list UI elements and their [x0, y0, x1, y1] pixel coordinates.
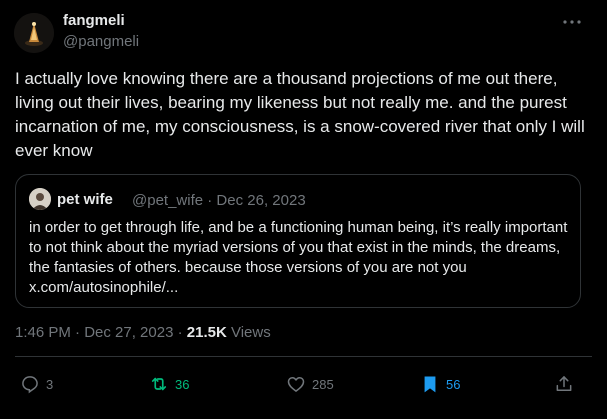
- tweet: fangmeli @pangmeli I actually love knowi…: [0, 0, 607, 419]
- avatar-image: [14, 13, 54, 53]
- timestamp-text[interactable]: 1:46 PM · Dec 27, 2023 ·: [15, 324, 187, 341]
- reply-icon: [22, 376, 38, 394]
- like-count: 285: [312, 376, 334, 392]
- quote-author-meta: @pet_wife · Dec 26, 2023: [132, 192, 306, 209]
- avatar-image: [29, 188, 51, 210]
- divider: [15, 356, 592, 357]
- author-display-name[interactable]: fangmeli: [63, 12, 125, 29]
- author-handle[interactable]: @pangmeli: [63, 33, 139, 50]
- views-label: Views: [226, 324, 271, 341]
- repost-icon: [151, 377, 167, 391]
- quoted-tweet[interactable]: pet wife @pet_wife · Dec 26, 2023 in ord…: [15, 174, 581, 308]
- share-icon: [556, 376, 572, 391]
- more-icon: [563, 20, 581, 24]
- views-count: 21.5K: [186, 324, 227, 341]
- repost-button[interactable]: 36: [149, 372, 189, 396]
- bookmark-icon: [424, 376, 436, 393]
- more-options-button[interactable]: [560, 10, 584, 34]
- tweet-text: I actually love knowing there are a thou…: [15, 69, 585, 160]
- quote-text: in order to get through life, and be a f…: [29, 219, 568, 296]
- share-button[interactable]: [554, 372, 574, 396]
- like-button[interactable]: 285: [286, 372, 334, 396]
- repost-count: 36: [175, 376, 190, 392]
- heart-icon: [287, 377, 305, 392]
- tweet-timestamp: 1:46 PM · Dec 27, 2023 · 21.5K Views: [15, 324, 271, 341]
- quote-author-name: pet wife: [57, 191, 113, 208]
- bookmark-button[interactable]: 56: [420, 372, 460, 396]
- bookmark-count: 56: [446, 376, 461, 392]
- reply-count: 3: [46, 376, 54, 392]
- reply-button[interactable]: 3: [20, 372, 53, 396]
- quote-author-avatar: [29, 188, 51, 210]
- author-avatar[interactable]: [14, 13, 54, 53]
